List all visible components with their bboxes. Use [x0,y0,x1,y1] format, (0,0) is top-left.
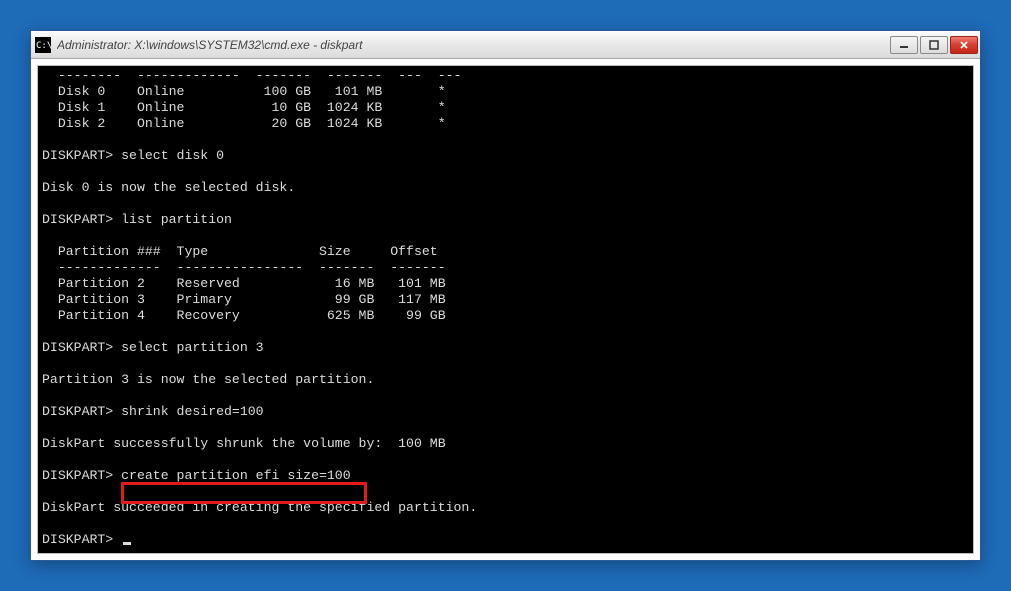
console-line: Partition 3 is now the selected partitio… [42,372,969,388]
console-line: Partition 3 Primary 99 GB 117 MB [42,292,969,308]
console-line [42,132,969,148]
window-controls [888,36,978,54]
console-line [42,452,969,468]
console-line [42,484,969,500]
console-line: -------- ------------- ------- ------- -… [42,68,969,84]
cmd-window: C:\ Administrator: X:\windows\SYSTEM32\c… [30,30,981,561]
cursor [123,542,131,545]
console-prompt-line: DISKPART> [42,532,969,548]
console-line [42,324,969,340]
console-line: DISKPART> create partition efi size=100 [42,468,969,484]
console-area: -------- ------------- ------- ------- -… [37,65,974,554]
console-line [42,420,969,436]
console-line: ------------- ---------------- ------- -… [42,260,969,276]
console-output[interactable]: -------- ------------- ------- ------- -… [38,66,973,553]
console-line: DISKPART> select disk 0 [42,148,969,164]
cmd-icon: C:\ [35,37,51,53]
console-line [42,356,969,372]
titlebar[interactable]: C:\ Administrator: X:\windows\SYSTEM32\c… [31,31,980,59]
console-line: Partition ### Type Size Offset [42,244,969,260]
console-line: DISKPART> select partition 3 [42,340,969,356]
console-line: Disk 0 Online 100 GB 101 MB * [42,84,969,100]
console-line: Disk 0 is now the selected disk. [42,180,969,196]
console-line: DISKPART> list partition [42,212,969,228]
console-line [42,388,969,404]
window-title: Administrator: X:\windows\SYSTEM32\cmd.e… [57,38,888,52]
minimize-button[interactable] [890,36,918,54]
close-button[interactable] [950,36,978,54]
maximize-button[interactable] [920,36,948,54]
console-line: Disk 1 Online 10 GB 1024 KB * [42,100,969,116]
console-line: DISKPART> shrink desired=100 [42,404,969,420]
console-line: Partition 2 Reserved 16 MB 101 MB [42,276,969,292]
console-line [42,516,969,532]
console-line: DiskPart successfully shrunk the volume … [42,436,969,452]
console-line [42,164,969,180]
svg-text:C:\: C:\ [36,41,51,51]
console-line: Partition 4 Recovery 625 MB 99 GB [42,308,969,324]
console-line [42,196,969,212]
console-line: Disk 2 Online 20 GB 1024 KB * [42,116,969,132]
console-line: DiskPart succeeded in creating the speci… [42,500,969,516]
console-line [42,228,969,244]
